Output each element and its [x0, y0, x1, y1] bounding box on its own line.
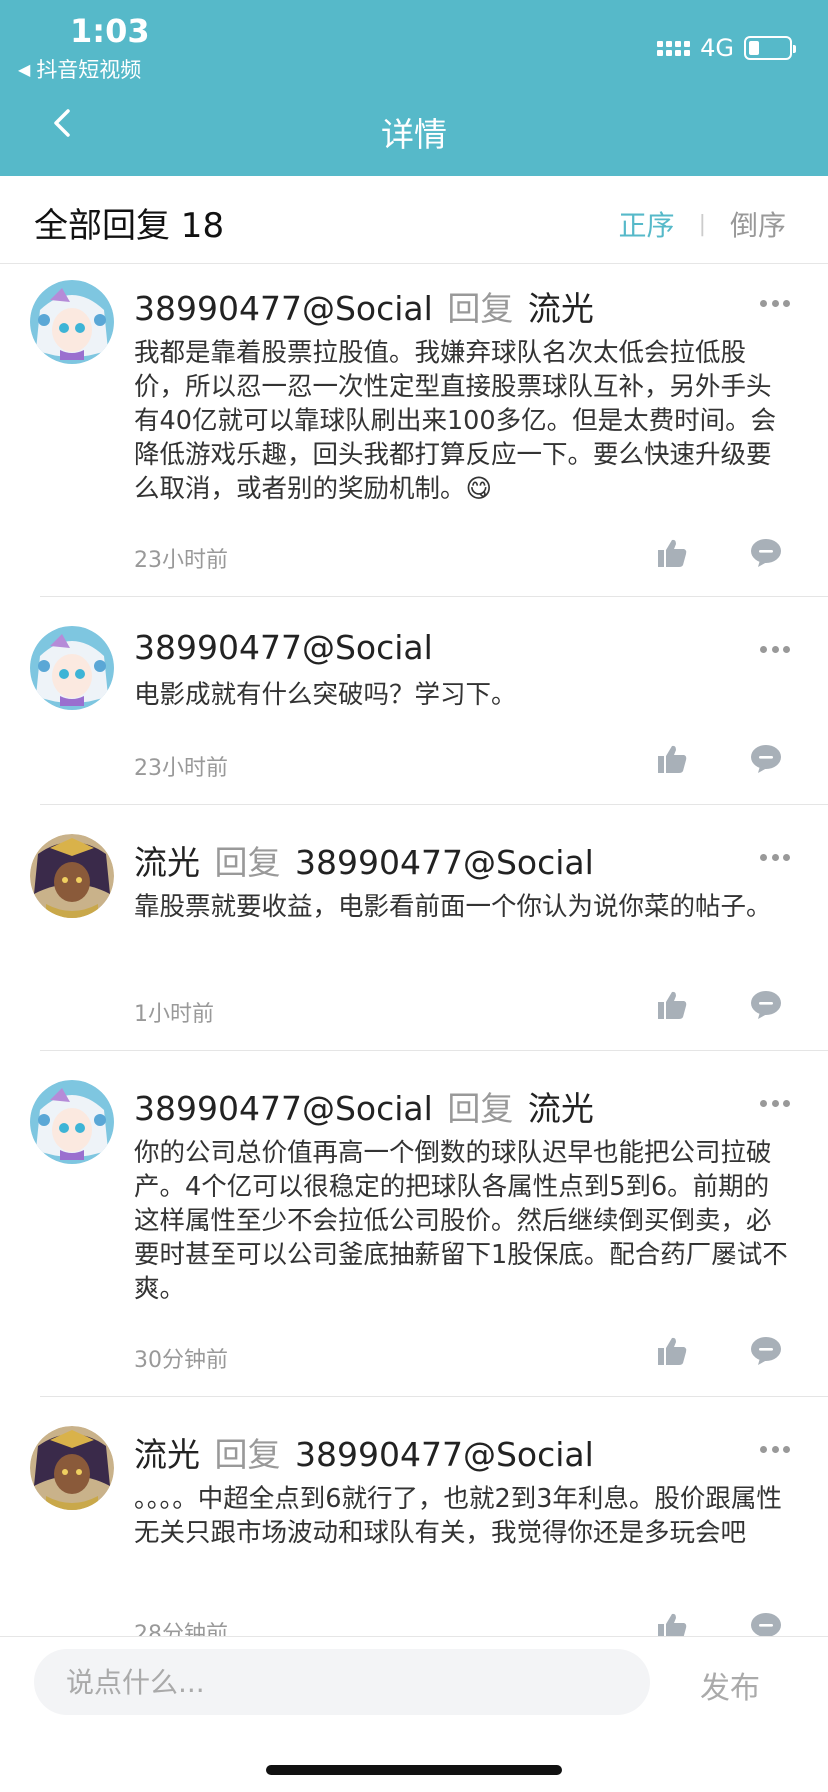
page-title: 详情 [381, 115, 447, 154]
comment-header: 38990477@Social 回复 流光 [134, 282, 594, 330]
reply-to-username[interactable]: 38990477@Social [295, 1435, 594, 1474]
comment-text: 电影成就有什么突破吗？学习下。 [134, 680, 517, 710]
status-indicators: 4G [657, 34, 796, 62]
more-options-icon[interactable] [760, 854, 790, 862]
comment-time: 23小时前 [134, 548, 228, 573]
comment-text: 你的公司总价值再高一个倒数的球队迟早也能把公司拉破产。4个亿可以很稳定的把球队各… [134, 1138, 788, 1304]
like-icon[interactable] [656, 1612, 688, 1636]
like-icon[interactable] [656, 990, 688, 1020]
reply-word: 回复 [214, 843, 281, 882]
avatar[interactable] [30, 834, 114, 918]
back-to-app-link[interactable]: ◀ 抖音短视频 [18, 54, 141, 84]
more-options-icon[interactable] [760, 1100, 790, 1108]
reply-to-username[interactable]: 流光 [528, 289, 594, 328]
username[interactable]: 流光 [134, 1435, 200, 1474]
reply-to-username[interactable]: 38990477@Social [295, 843, 594, 882]
back-app-label: 抖音短视频 [36, 58, 142, 82]
reply-icon[interactable] [750, 1336, 782, 1366]
back-triangle-icon: ◀ [18, 59, 31, 79]
top-header: 1:03 ◀ 抖音短视频 4G 详情 [0, 0, 828, 176]
comment-header: 38990477@Social [134, 628, 441, 667]
divider [40, 596, 828, 597]
comment-item: 38990477@Social 回复 流光 你的公司总价值再高一个倒数的球队迟早… [0, 1068, 828, 1396]
comment-composer: 发布 [0, 1636, 828, 1792]
comment-item: 流光 回复 38990477@Social 靠股票就要收益，电影看前面一个你认为… [0, 822, 828, 1048]
signal-icon [657, 40, 691, 56]
comment-item: 38990477@Social 电影成就有什么突破吗？学习下。 23小时前 [0, 614, 828, 804]
avatar[interactable] [30, 280, 114, 364]
sort-descending-button[interactable]: 倒序 [730, 204, 786, 244]
comment-header: 流光 回复 38990477@Social [134, 1428, 594, 1476]
comment-time: 1小时前 [134, 1002, 214, 1027]
home-indicator [266, 1765, 562, 1775]
replies-header: 全部回复 18 正序 | 倒序 [0, 176, 828, 264]
sort-toggle: 正序 | 倒序 [619, 204, 786, 244]
comment-time: 23小时前 [134, 756, 228, 781]
reply-word: 回复 [447, 1089, 514, 1128]
comment-time: 28分钟前 [134, 1622, 228, 1636]
more-options-icon[interactable] [760, 1446, 790, 1454]
status-time: 1:03 [70, 12, 150, 50]
username[interactable]: 38990477@Social [134, 628, 433, 667]
sort-separator: | [698, 211, 706, 237]
divider [40, 1050, 828, 1051]
comment-text: 。。。。中超全点到6就行了，也就2到3年利息。股价跟属性无关只跟市场波动和球队有… [134, 1484, 782, 1548]
username[interactable]: 38990477@Social [134, 289, 433, 328]
reply-icon[interactable] [750, 990, 782, 1020]
reply-word: 回复 [214, 1435, 281, 1474]
comment-item: 流光 回复 38990477@Social 。。。。中超全点到6就行了，也就2到… [0, 1414, 828, 1636]
username[interactable]: 流光 [134, 843, 200, 882]
avatar[interactable] [30, 1080, 114, 1164]
avatar[interactable] [30, 1426, 114, 1510]
comment-header: 38990477@Social 回复 流光 [134, 1082, 594, 1130]
comment-text: 我都是靠着股票拉股值。我嫌弃球队名次太低会拉低股价，所以忍一忍一次性定型直接股票… [134, 338, 777, 504]
divider [40, 804, 828, 805]
avatar[interactable] [30, 626, 114, 710]
reply-icon[interactable] [750, 744, 782, 774]
username[interactable]: 38990477@Social [134, 1089, 433, 1128]
comment-input[interactable] [34, 1649, 650, 1715]
comment-header: 流光 回复 38990477@Social [134, 836, 594, 884]
replies-count-title: 全部回复 18 [34, 206, 225, 246]
comment-item: 38990477@Social 回复 流光 我都是靠着股票拉股值。我嫌弃球队名次… [0, 268, 828, 598]
like-icon[interactable] [656, 538, 688, 568]
reply-icon[interactable] [750, 1612, 782, 1636]
reply-word: 回复 [447, 289, 514, 328]
like-icon[interactable] [656, 744, 688, 774]
comment-time: 30分钟前 [134, 1348, 228, 1373]
divider [40, 1396, 828, 1397]
publish-button[interactable]: 发布 [700, 1663, 760, 1707]
reply-to-username[interactable]: 流光 [528, 1089, 594, 1128]
more-options-icon[interactable] [760, 300, 790, 308]
comment-text: 靠股票就要收益，电影看前面一个你认为说你菜的帖子。 [134, 892, 772, 922]
network-label: 4G [700, 34, 734, 62]
battery-icon [744, 36, 796, 60]
sort-ascending-button[interactable]: 正序 [619, 204, 675, 244]
more-options-icon[interactable] [760, 646, 790, 654]
reply-icon[interactable] [750, 538, 782, 568]
like-icon[interactable] [656, 1336, 688, 1366]
